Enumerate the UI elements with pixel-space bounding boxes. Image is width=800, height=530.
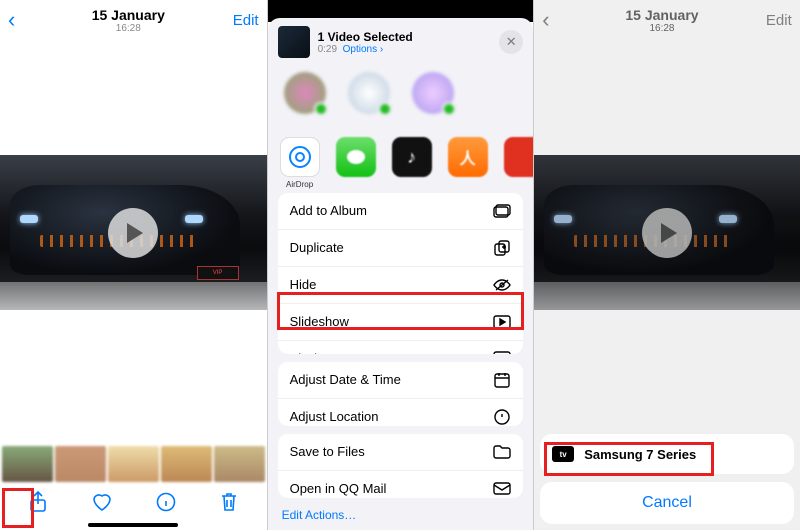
action-label: AirPlay	[290, 351, 331, 354]
video-headlight	[20, 215, 38, 223]
video-plate: VIP	[197, 266, 239, 280]
share-sheet: 1 Video Selected 0:29 Options › ✕ AirDro…	[268, 18, 534, 530]
location-icon	[493, 408, 511, 426]
options-link[interactable]: Options	[343, 44, 377, 55]
thumbnail[interactable]	[214, 446, 265, 482]
action-label: Save to Files	[290, 444, 365, 459]
airplay-device[interactable]: Samsung 7 Series	[540, 436, 794, 472]
edit-button[interactable]: Edit	[219, 12, 259, 29]
action-adjust-location[interactable]: Adjust Location	[278, 399, 524, 426]
app-airdrop[interactable]: AirDrop	[278, 137, 322, 183]
action-label: Adjust Date & Time	[290, 372, 401, 387]
home-indicator	[88, 523, 178, 527]
contact-suggestion[interactable]	[410, 72, 456, 125]
nav-bar: ‹ 15 January 16:28 Edit	[0, 0, 267, 40]
action-label: Slideshow	[290, 314, 349, 329]
trash-icon[interactable]	[219, 491, 239, 518]
action-slideshow[interactable]: Slideshow	[278, 304, 524, 341]
thumbnail[interactable]	[2, 446, 53, 482]
folder-icon	[493, 443, 511, 461]
video-preview[interactable]: VIP	[0, 155, 267, 310]
action-duplicate[interactable]: Duplicate	[278, 230, 524, 267]
eye-slash-icon	[493, 276, 511, 294]
airplay-device-list: Samsung 7 Series	[540, 434, 794, 474]
app-icon	[336, 137, 376, 177]
device-name: Samsung 7 Series	[584, 447, 696, 462]
screen-airplay-picker: ‹ 15 January 16:28 Edit Samsung 7 Series…	[533, 0, 800, 530]
airplay-icon	[493, 350, 511, 354]
airplay-picker: Samsung 7 Series Cancel	[540, 434, 794, 524]
action-label: Adjust Location	[290, 409, 379, 424]
airdrop-icon	[280, 137, 320, 177]
nav-time: 16:28	[38, 23, 219, 34]
nav-title-group: 15 January 16:28	[38, 7, 219, 34]
album-add-icon	[493, 202, 511, 220]
action-airplay[interactable]: AirPlay	[278, 341, 524, 354]
action-list-photos: Add to Album Duplicate Hide Slideshow Ai…	[278, 193, 524, 354]
action-hide[interactable]: Hide	[278, 267, 524, 304]
action-list-adjust: Adjust Date & Time Adjust Location	[278, 362, 524, 426]
share-title: 1 Video Selected	[318, 30, 492, 44]
video-headlight	[185, 215, 203, 223]
calendar-icon	[493, 371, 511, 389]
apps-row: AirDrop	[268, 133, 534, 193]
action-list-save: Save to Files Open in QQ Mail	[278, 434, 524, 498]
duplicate-icon	[493, 239, 511, 257]
cancel-button[interactable]: Cancel	[540, 482, 794, 524]
share-title-group: 1 Video Selected 0:29 Options ›	[318, 30, 492, 55]
close-button[interactable]: ✕	[499, 30, 523, 54]
action-label: Duplicate	[290, 240, 344, 255]
nav-date: 15 January	[38, 7, 219, 23]
chevron-right-icon: ›	[380, 44, 383, 55]
play-rectangle-icon	[493, 313, 511, 331]
contact-suggestion[interactable]	[346, 72, 392, 125]
action-label: Open in QQ Mail	[290, 481, 387, 496]
close-icon: ✕	[506, 34, 517, 50]
share-sheet-header: 1 Video Selected 0:29 Options › ✕	[268, 18, 534, 66]
play-icon[interactable]	[108, 208, 158, 258]
app-label: AirDrop	[278, 180, 322, 189]
app-share[interactable]	[502, 137, 534, 183]
app-icon	[504, 137, 534, 177]
edit-actions-link[interactable]: Edit Actions…	[268, 506, 534, 530]
thumbnail[interactable]	[108, 446, 159, 482]
action-label: Add to Album	[290, 203, 367, 218]
thumbnail-strip[interactable]	[0, 446, 267, 482]
back-button[interactable]: ‹	[8, 7, 38, 33]
thumbnail[interactable]	[161, 446, 212, 482]
thumbnail[interactable]	[55, 446, 106, 482]
app-share[interactable]	[446, 137, 490, 183]
action-label: Hide	[290, 277, 317, 292]
action-adjust-date[interactable]: Adjust Date & Time	[278, 362, 524, 399]
app-share[interactable]	[334, 137, 378, 183]
app-icon	[392, 137, 432, 177]
app-share[interactable]	[390, 137, 434, 183]
mail-icon	[493, 480, 511, 498]
app-icon	[448, 137, 488, 177]
screen-photo-detail: ‹ 15 January 16:28 Edit VIP	[0, 0, 267, 530]
heart-icon[interactable]	[91, 492, 113, 517]
share-duration: 0:29	[318, 44, 337, 55]
action-save-to-files[interactable]: Save to Files	[278, 434, 524, 471]
chevron-left-icon: ‹	[8, 7, 15, 32]
action-add-to-album[interactable]: Add to Album	[278, 193, 524, 230]
contact-suggestion[interactable]	[282, 72, 328, 125]
action-open-qqmail[interactable]: Open in QQ Mail	[278, 471, 524, 498]
share-preview-thumb	[278, 26, 310, 58]
tv-icon	[552, 446, 574, 462]
screen-share-sheet: 1 Video Selected 0:29 Options › ✕ AirDro…	[267, 0, 534, 530]
video-floor-bg	[0, 282, 267, 310]
info-icon[interactable]	[156, 492, 176, 517]
share-icon[interactable]	[28, 491, 48, 518]
share-subtitle: 0:29 Options ›	[318, 44, 492, 55]
contacts-row	[268, 66, 534, 133]
